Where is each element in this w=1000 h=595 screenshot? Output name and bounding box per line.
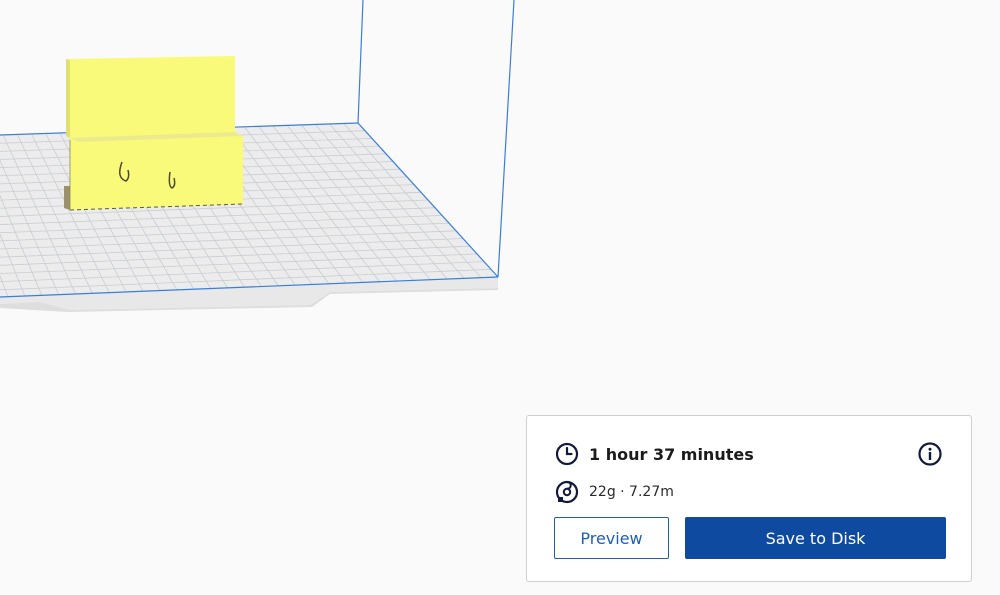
info-icon[interactable] <box>917 441 943 467</box>
clock-icon <box>555 442 579 466</box>
filament-spool-icon <box>555 480 579 504</box>
print-summary-panel: 1 hour 37 minutes 22g · 7.27m Preview Sa… <box>526 415 972 582</box>
print-time: 1 hour 37 minutes <box>589 444 754 464</box>
preview-button[interactable]: Preview <box>554 517 669 559</box>
material-usage-row: 22g · 7.27m <box>555 480 674 504</box>
save-to-disk-button[interactable]: Save to Disk <box>685 517 946 559</box>
print-time-row: 1 hour 37 minutes <box>555 441 754 467</box>
3d-model[interactable] <box>64 56 244 211</box>
material-usage: 22g · 7.27m <box>589 484 674 500</box>
3d-viewport[interactable]: 1 hour 37 minutes 22g · 7.27m Preview Sa… <box>0 0 1000 595</box>
